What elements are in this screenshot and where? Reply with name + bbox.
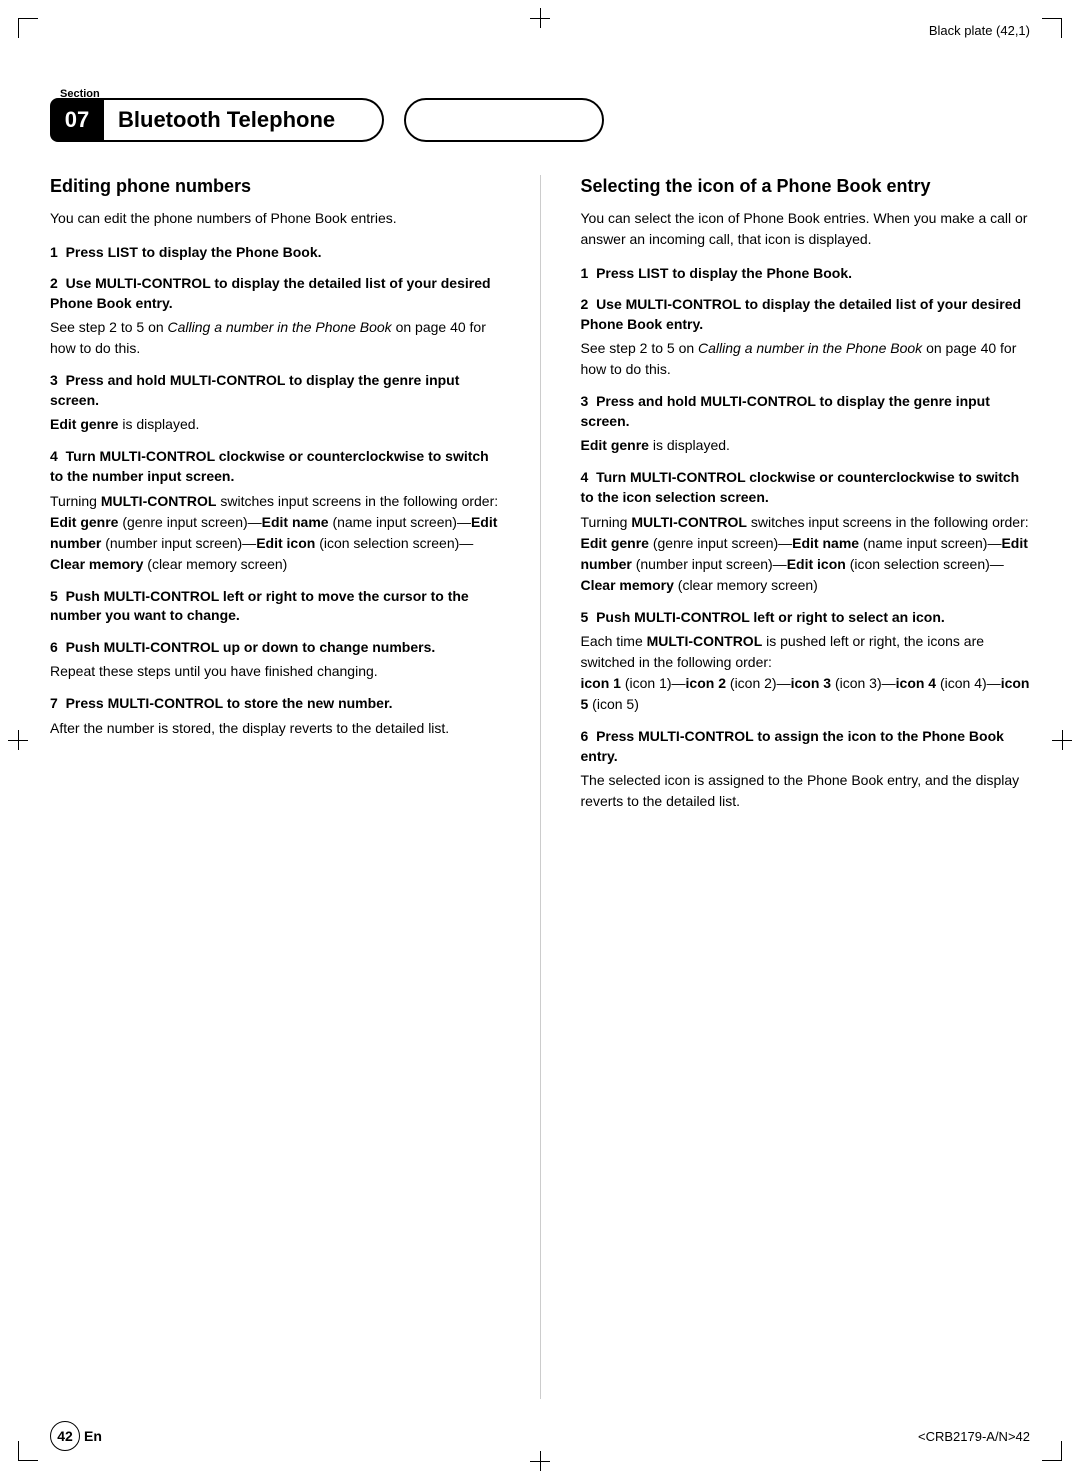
right-heading: Selecting the icon of a Phone Book entry [581, 175, 1031, 198]
left-step-2: 2 Use MULTI-CONTROL to display the detai… [50, 274, 500, 359]
left-step-5-heading: 5 Push MULTI-CONTROL left or right to mo… [50, 587, 500, 626]
left-step-4: 4 Turn MULTI-CONTROL clockwise or counte… [50, 447, 500, 574]
corner-tr [1042, 18, 1062, 38]
left-step-3-heading: 3 Press and hold MULTI-CONTROL to displa… [50, 371, 500, 410]
left-column: Editing phone numbers You can edit the p… [50, 175, 500, 1399]
crosshair-left [8, 730, 28, 750]
left-step-6-heading: 6 Push MULTI-CONTROL up or down to chang… [50, 638, 500, 658]
left-step-1-heading: 1 Press LIST to display the Phone Book. [50, 243, 500, 263]
column-divider [540, 175, 541, 1399]
plate-text: Black plate (42,1) [929, 23, 1030, 38]
corner-tl [18, 18, 38, 38]
right-step-3-body: Edit genre is displayed. [581, 435, 1031, 456]
right-step-4-body: Turning MULTI-CONTROL switches input scr… [581, 512, 1031, 596]
left-step-4-heading: 4 Turn MULTI-CONTROL clockwise or counte… [50, 447, 500, 486]
section-oval [404, 98, 604, 142]
section-number: 07 [50, 98, 104, 142]
left-step-6: 6 Push MULTI-CONTROL up or down to chang… [50, 638, 500, 683]
right-step-3-heading: 3 Press and hold MULTI-CONTROL to displa… [581, 392, 1031, 431]
page-footer: 42 En <CRB2179-A/N>42 [50, 1421, 1030, 1451]
right-step-2-heading: 2 Use MULTI-CONTROL to display the detai… [581, 295, 1031, 334]
left-step-2-heading: 2 Use MULTI-CONTROL to display the detai… [50, 274, 500, 313]
right-step-2: 2 Use MULTI-CONTROL to display the detai… [581, 295, 1031, 380]
left-step-7: 7 Press MULTI-CONTROL to store the new n… [50, 694, 500, 739]
left-step-7-heading: 7 Press MULTI-CONTROL to store the new n… [50, 694, 500, 714]
right-step-5-body: Each time MULTI-CONTROL is pushed left o… [581, 631, 1031, 715]
left-step-6-body: Repeat these steps until you have finish… [50, 661, 500, 682]
page-number-circle: 42 [50, 1421, 80, 1451]
right-step-4-heading: 4 Turn MULTI-CONTROL clockwise or counte… [581, 468, 1031, 507]
left-step-1: 1 Press LIST to display the Phone Book. [50, 243, 500, 263]
right-step-2-body: See step 2 to 5 on Calling a number in t… [581, 338, 1031, 380]
right-step-6: 6 Press MULTI-CONTROL to assign the icon… [581, 727, 1031, 812]
left-step-7-body: After the number is stored, the display … [50, 718, 500, 739]
main-content: Editing phone numbers You can edit the p… [50, 175, 1030, 1399]
right-step-4: 4 Turn MULTI-CONTROL clockwise or counte… [581, 468, 1031, 595]
left-intro: You can edit the phone numbers of Phone … [50, 208, 500, 229]
right-step-1-heading: 1 Press LIST to display the Phone Book. [581, 264, 1031, 284]
left-step-3-body: Edit genre is displayed. [50, 414, 500, 435]
page-header: Black plate (42,1) [50, 18, 1030, 78]
right-column: Selecting the icon of a Phone Book entry… [581, 175, 1031, 1399]
right-intro: You can select the icon of Phone Book en… [581, 208, 1031, 250]
right-step-6-body: The selected icon is assigned to the Pho… [581, 770, 1031, 812]
crosshair-right [1052, 730, 1072, 750]
corner-bl [18, 1441, 38, 1461]
left-step-3: 3 Press and hold MULTI-CONTROL to displa… [50, 371, 500, 435]
left-step-5: 5 Push MULTI-CONTROL left or right to mo… [50, 587, 500, 626]
section-title: Bluetooth Telephone [104, 98, 384, 142]
right-step-3: 3 Press and hold MULTI-CONTROL to displa… [581, 392, 1031, 456]
section-header: 07 Bluetooth Telephone [50, 98, 604, 142]
right-step-1: 1 Press LIST to display the Phone Book. [581, 264, 1031, 284]
left-heading: Editing phone numbers [50, 175, 500, 198]
right-step-5: 5 Push MULTI-CONTROL left or right to se… [581, 608, 1031, 716]
footer-page-number-area: 42 En [50, 1421, 102, 1451]
crosshair-bottom [530, 1451, 550, 1471]
corner-br [1042, 1441, 1062, 1461]
left-step-2-body: See step 2 to 5 on Calling a number in t… [50, 317, 500, 359]
right-step-5-heading: 5 Push MULTI-CONTROL left or right to se… [581, 608, 1031, 628]
footer-code: <CRB2179-A/N>42 [918, 1429, 1030, 1444]
left-step-4-body: Turning MULTI-CONTROL switches input scr… [50, 491, 500, 575]
right-step-6-heading: 6 Press MULTI-CONTROL to assign the icon… [581, 727, 1031, 766]
footer-lang: En [84, 1428, 102, 1444]
